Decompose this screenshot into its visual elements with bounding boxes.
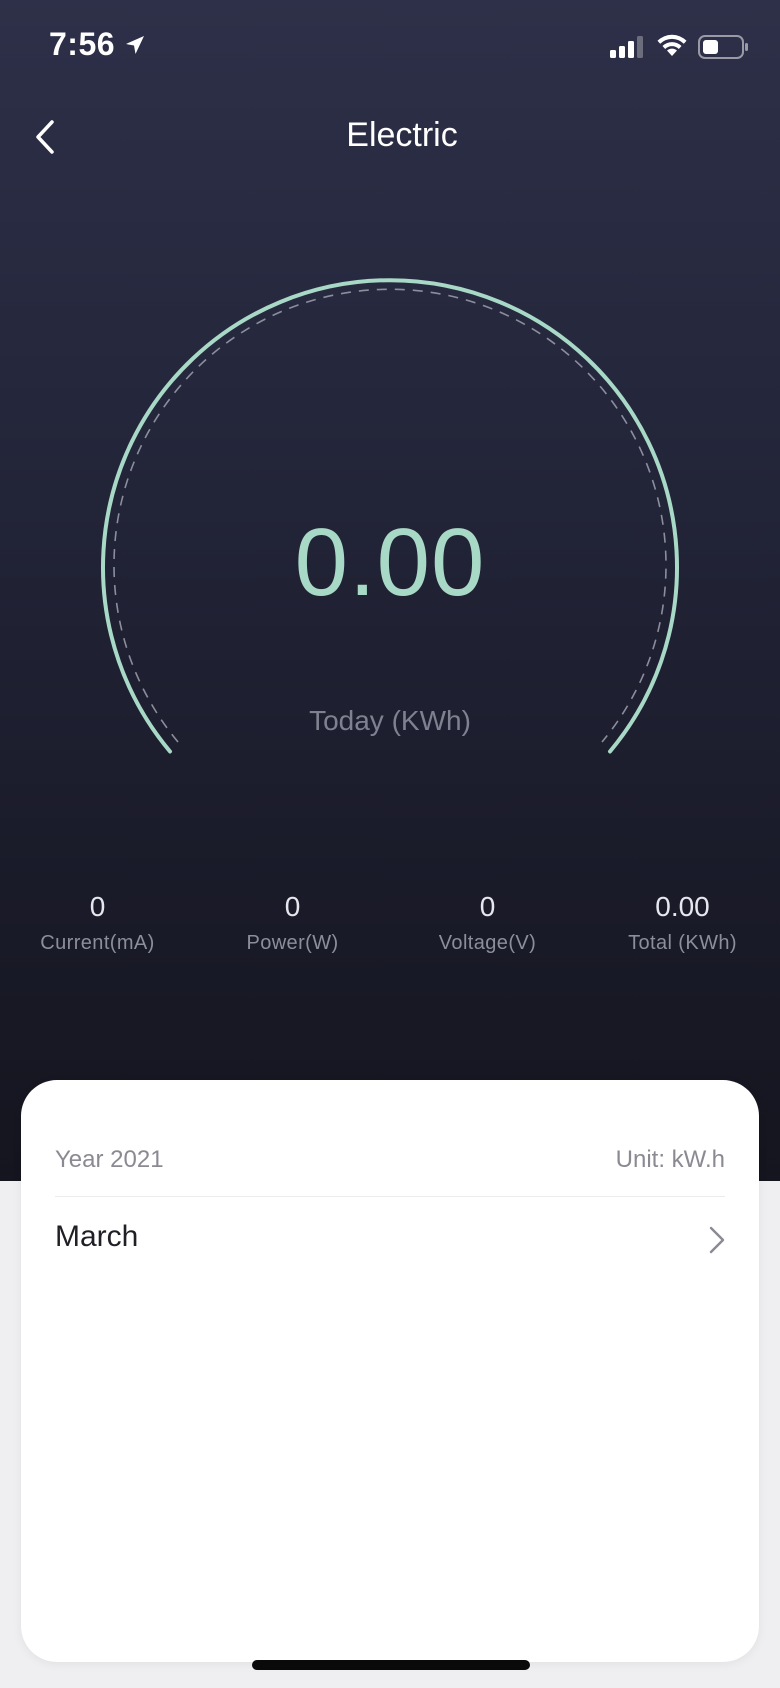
stat-voltage-value: 0 <box>479 891 496 922</box>
stat-current-value: 0 <box>89 891 106 922</box>
month-label: March <box>55 1220 139 1253</box>
stat-power-value: 0 <box>284 891 301 922</box>
stat-total-label: Total (KWh) <box>628 932 737 954</box>
gauge-dial <box>101 278 679 754</box>
stat-voltage-label: Voltage(V) <box>438 932 537 954</box>
stats-row: 0 Current(mA) 0 Power(W) 0 Voltage(V) 0.… <box>0 888 780 968</box>
stat-total-value: 0.00 <box>655 891 710 922</box>
stat-power-label: Power(W) <box>246 932 339 954</box>
chevron-right-icon <box>709 1226 725 1259</box>
gauge-value: 0.00 <box>294 509 486 616</box>
stat-voltage: 0 Voltage(V) <box>390 888 585 955</box>
gauge-label: Today (KWh) <box>309 705 471 736</box>
home-indicator[interactable] <box>252 1660 530 1670</box>
month-row-march[interactable]: March <box>55 1198 725 1278</box>
card-header: Year 2021 Unit: kW.h <box>55 1146 725 1197</box>
unit-label: Unit: kW.h <box>615 1146 725 1173</box>
stat-power: 0 Power(W) <box>195 888 390 955</box>
history-card: Year 2021 Unit: kW.h March <box>21 1080 759 1662</box>
stat-total: 0.00 Total (KWh) <box>585 888 780 955</box>
year-label: Year 2021 <box>55 1146 164 1173</box>
stat-current-label: Current(mA) <box>40 932 155 954</box>
stat-current: 0 Current(mA) <box>0 888 195 955</box>
